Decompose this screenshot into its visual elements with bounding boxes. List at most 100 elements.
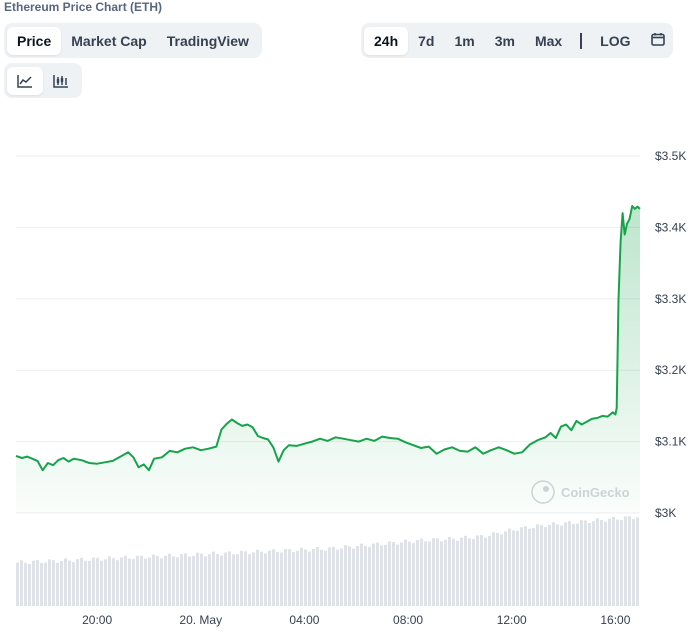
volume-bar (212, 551, 215, 606)
volume-bar (148, 557, 151, 606)
volume-bar (112, 558, 115, 606)
volume-bar (136, 555, 139, 606)
volume-bar (172, 556, 175, 606)
x-tick-label: 12:00 (497, 613, 527, 627)
volume-bar (16, 562, 19, 606)
volume-bar (356, 546, 359, 606)
volume-bar (468, 538, 471, 606)
x-tick-label: 20:00 (82, 613, 112, 627)
volume-bar (448, 536, 451, 606)
volume-bar (532, 527, 535, 606)
volume-bar (248, 554, 251, 606)
volume-bar (612, 516, 615, 606)
volume-bar (44, 562, 47, 606)
volume-bar (124, 555, 127, 606)
volume-bar (444, 539, 447, 606)
volume-bar (20, 560, 23, 606)
volume-bar (360, 543, 363, 606)
volume-bar (544, 527, 547, 606)
volume-bar (220, 555, 223, 606)
y-tick-label: $3K (655, 506, 676, 520)
volume-bar (128, 558, 131, 606)
volume-bar (384, 544, 387, 606)
volume-bar (188, 556, 191, 606)
volume-bar (76, 559, 79, 606)
volume-bar (256, 549, 259, 606)
volume-bar (508, 528, 511, 606)
volume-bar (276, 552, 279, 606)
volume-bar (604, 521, 607, 606)
volume-bar (372, 543, 375, 606)
volume-bar (260, 551, 263, 606)
volume-bar (404, 539, 407, 606)
volume-bar (228, 551, 231, 606)
volume-bar (140, 555, 143, 606)
volume-bar (424, 541, 427, 606)
volume-bar (268, 550, 271, 606)
volume-bar (400, 542, 403, 606)
volume-bar (324, 550, 327, 606)
volume-bar (564, 522, 567, 606)
watermark-text: CoinGecko (561, 485, 630, 500)
volume-bar (236, 554, 239, 606)
volume-bar (92, 557, 95, 606)
volume-bar (304, 549, 307, 606)
volume-bar (560, 525, 563, 606)
volume-bar (100, 560, 103, 606)
volume-bar (208, 554, 211, 606)
volume-bar (536, 524, 539, 606)
volume-bar (556, 524, 559, 606)
volume-bar (568, 521, 571, 606)
y-tick-label: $3.3K (655, 292, 686, 306)
x-tick-label: 20. May (179, 613, 222, 627)
volume-bar (52, 560, 55, 606)
volume-bar (216, 553, 219, 606)
volume-bar (392, 541, 395, 606)
volume-bar (540, 524, 543, 606)
volume-bar (132, 559, 135, 606)
volume-bar (432, 538, 435, 606)
volume-bar (336, 549, 339, 606)
volume-bar (368, 546, 371, 606)
volume-bar (636, 517, 639, 606)
volume-bar (552, 522, 555, 606)
volume-bar (476, 535, 479, 606)
volume-bar (184, 553, 187, 606)
volume-bar (628, 516, 631, 606)
volume-bar (40, 562, 43, 606)
volume-bar (332, 546, 335, 606)
volume-bar (36, 560, 39, 606)
y-tick-label: $3.1K (655, 435, 686, 449)
volume-bar (632, 518, 635, 606)
volume-bar (28, 564, 31, 606)
volume-bar (280, 552, 283, 606)
volume-bar (156, 555, 159, 606)
volume-bar (192, 555, 195, 606)
volume-bar (396, 544, 399, 606)
volume-bar (584, 520, 587, 606)
volume-bar (440, 541, 443, 606)
y-tick-label: $3.2K (655, 363, 686, 377)
volume-bar (452, 538, 455, 606)
volume-bar (200, 553, 203, 606)
volume-bar (348, 546, 351, 606)
volume-bar (160, 558, 163, 606)
volume-bar (244, 551, 247, 606)
volume-bar (168, 553, 171, 606)
price-chart[interactable]: $3K $3.1K $3.2K $3.3K $3.4K $3.5K 20:00 20. Ma… (0, 0, 696, 637)
volume-bar (204, 556, 207, 606)
volume-bar (72, 562, 75, 606)
volume-bar (180, 554, 183, 606)
volume-bar (144, 558, 147, 606)
y-tick-label: $3.5K (655, 149, 686, 163)
volume-bar (152, 554, 155, 606)
volume-bar (548, 524, 551, 606)
volume-bar (320, 549, 323, 606)
price-line (15, 205, 641, 472)
volume-bar (84, 560, 87, 606)
price-area (16, 206, 640, 513)
volume-bar (344, 545, 347, 606)
volume-bar (504, 531, 507, 606)
volume-bar (48, 559, 51, 606)
volume-bar (528, 528, 531, 606)
